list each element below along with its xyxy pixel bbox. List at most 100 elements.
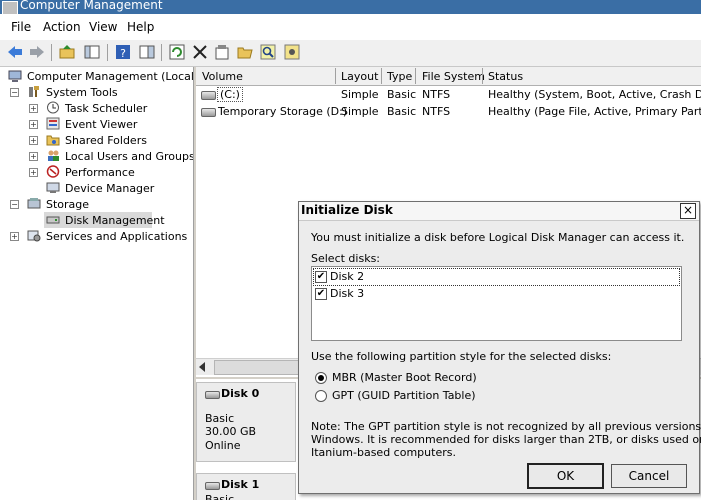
up-folder-icon[interactable] [58, 43, 76, 61]
mbr-radio[interactable] [315, 372, 327, 384]
column-separator[interactable] [415, 68, 416, 84]
column-status[interactable]: Status [488, 70, 523, 83]
scroll-left-icon[interactable] [199, 362, 205, 372]
volume-type: Basic [387, 105, 417, 118]
menu-help[interactable]: Help [127, 20, 154, 34]
toolbar: ? [0, 40, 701, 67]
gpt-note-line-2: Windows. It is recommended for disks lar… [311, 433, 701, 446]
refresh-icon[interactable] [168, 43, 186, 61]
dialog-title: Initialize Disk [301, 203, 393, 217]
disk-name: Disk 1 [221, 478, 260, 491]
show-hide-tree-icon[interactable] [83, 43, 101, 61]
disk-3-label: Disk 3 [330, 287, 365, 300]
disk-icon [205, 482, 220, 490]
menu-bar: File Action View Help [0, 14, 701, 40]
toolbar-separator [161, 44, 162, 61]
tree-item-root[interactable]: Computer Management (Local) [27, 70, 193, 83]
disk-3-checkbox[interactable]: ✔ [315, 288, 327, 300]
volume-type: Basic [387, 88, 417, 101]
volume-layout: Simple [341, 88, 379, 101]
drive-icon [201, 91, 216, 100]
help-icon[interactable]: ? [114, 43, 132, 61]
disk-2-label: Disk 2 [330, 270, 365, 283]
volume-name: (C:) [217, 87, 243, 102]
tree-item-event-viewer[interactable]: Event Viewer [65, 118, 137, 131]
gpt-note-line-3: Itanium-based computers. [311, 446, 456, 459]
select-disks-label: Select disks: [311, 252, 381, 265]
collapse-icon[interactable]: − [10, 200, 19, 209]
disk-1-label[interactable]: Disk 1 Basic [196, 473, 296, 500]
volume-name: Temporary Storage (D:) [218, 105, 348, 118]
menu-action[interactable]: Action [43, 20, 81, 34]
disk-icon [205, 391, 220, 399]
settings-icon[interactable] [283, 43, 301, 61]
tree-item-performance[interactable]: Performance [65, 166, 135, 179]
volume-status: Healthy (Page File, Active, Primary Part… [488, 105, 701, 118]
tree-item-system-tools[interactable]: System Tools [46, 86, 118, 99]
properties-icon[interactable] [213, 43, 231, 61]
disk-type: Basic [205, 412, 235, 425]
volume-file-system: NTFS [422, 105, 451, 118]
volume-layout: Simple [341, 105, 379, 118]
tree-item-local-users[interactable]: Local Users and Groups [65, 150, 193, 163]
menu-view[interactable]: View [89, 20, 117, 34]
disk-2-checkbox[interactable]: ✔ [315, 271, 327, 283]
search-icon[interactable] [259, 43, 277, 61]
volume-file-system: NTFS [422, 88, 451, 101]
expand-icon[interactable]: + [29, 120, 38, 129]
action-pane-icon[interactable] [138, 43, 156, 61]
table-row[interactable]: (C:) Simple Basic NTFS Healthy (System, … [196, 86, 701, 103]
cancel-button[interactable]: Cancel [611, 464, 687, 488]
column-separator[interactable] [335, 68, 336, 84]
open-folder-icon[interactable] [236, 43, 254, 61]
computer-management-icon [2, 1, 18, 14]
tree-item-storage[interactable]: Storage [46, 198, 89, 211]
disk-3-item[interactable]: ✔ Disk 3 [314, 286, 679, 302]
clock-icon [47, 101, 59, 114]
table-row[interactable]: Temporary Storage (D:) Simple Basic NTFS… [196, 103, 701, 120]
mbr-label[interactable]: MBR (Master Boot Record) [332, 371, 477, 384]
window-title: Computer Management [20, 0, 163, 12]
navigation-tree: Computer Management (Local) − System Too… [0, 67, 194, 500]
menu-file[interactable]: File [11, 20, 31, 34]
gpt-label[interactable]: GPT (GUID Partition Table) [332, 389, 476, 402]
gpt-radio[interactable] [315, 390, 327, 402]
forward-icon[interactable] [28, 43, 46, 61]
expand-icon[interactable]: + [29, 136, 38, 145]
disk-0-label[interactable]: Disk 0 Basic 30.00 GB Online [196, 382, 296, 462]
expand-icon[interactable]: + [29, 104, 38, 113]
disk-selection-list: ✔ Disk 2 ✔ Disk 3 [311, 266, 682, 341]
initialize-disk-dialog: Initialize Disk × You must initialize a … [298, 201, 701, 494]
tree-item-disk-management[interactable]: Disk Management [65, 214, 165, 227]
column-separator[interactable] [482, 68, 483, 84]
ok-button[interactable]: OK [527, 463, 604, 489]
tree-item-task-scheduler[interactable]: Task Scheduler [65, 102, 147, 115]
expand-icon[interactable]: + [29, 152, 38, 161]
tree-item-shared-folders[interactable]: Shared Folders [65, 134, 147, 147]
column-file-system[interactable]: File System [422, 70, 485, 83]
tree-item-device-manager[interactable]: Device Manager [65, 182, 154, 195]
expand-icon[interactable]: + [29, 168, 38, 177]
device-manager-icon [46, 182, 60, 193]
column-type[interactable]: Type [387, 70, 412, 83]
disk-state: Online [205, 439, 241, 452]
disk-management-icon [46, 216, 60, 224]
expand-icon[interactable]: + [10, 232, 19, 241]
collapse-icon[interactable]: − [10, 88, 19, 97]
column-separator[interactable] [381, 68, 382, 84]
services-icon [27, 230, 41, 242]
dialog-title-bar: Initialize Disk × [299, 202, 699, 221]
delete-icon[interactable] [191, 43, 209, 61]
back-icon[interactable] [6, 43, 24, 61]
tree-item-services[interactable]: Services and Applications [46, 230, 187, 243]
shared-folders-icon [46, 135, 60, 146]
close-icon[interactable]: × [680, 203, 696, 219]
disk-2-item[interactable]: ✔ Disk 2 [313, 268, 680, 286]
column-volume[interactable]: Volume [202, 70, 243, 83]
dialog-intro-text: You must initialize a disk before Logica… [311, 231, 685, 244]
event-viewer-icon [46, 117, 60, 130]
partition-style-label: Use the following partition style for th… [311, 350, 612, 363]
column-layout[interactable]: Layout [341, 70, 378, 83]
performance-icon [46, 165, 60, 178]
gpt-note-line-1: Note: The GPT partition style is not rec… [311, 420, 701, 433]
